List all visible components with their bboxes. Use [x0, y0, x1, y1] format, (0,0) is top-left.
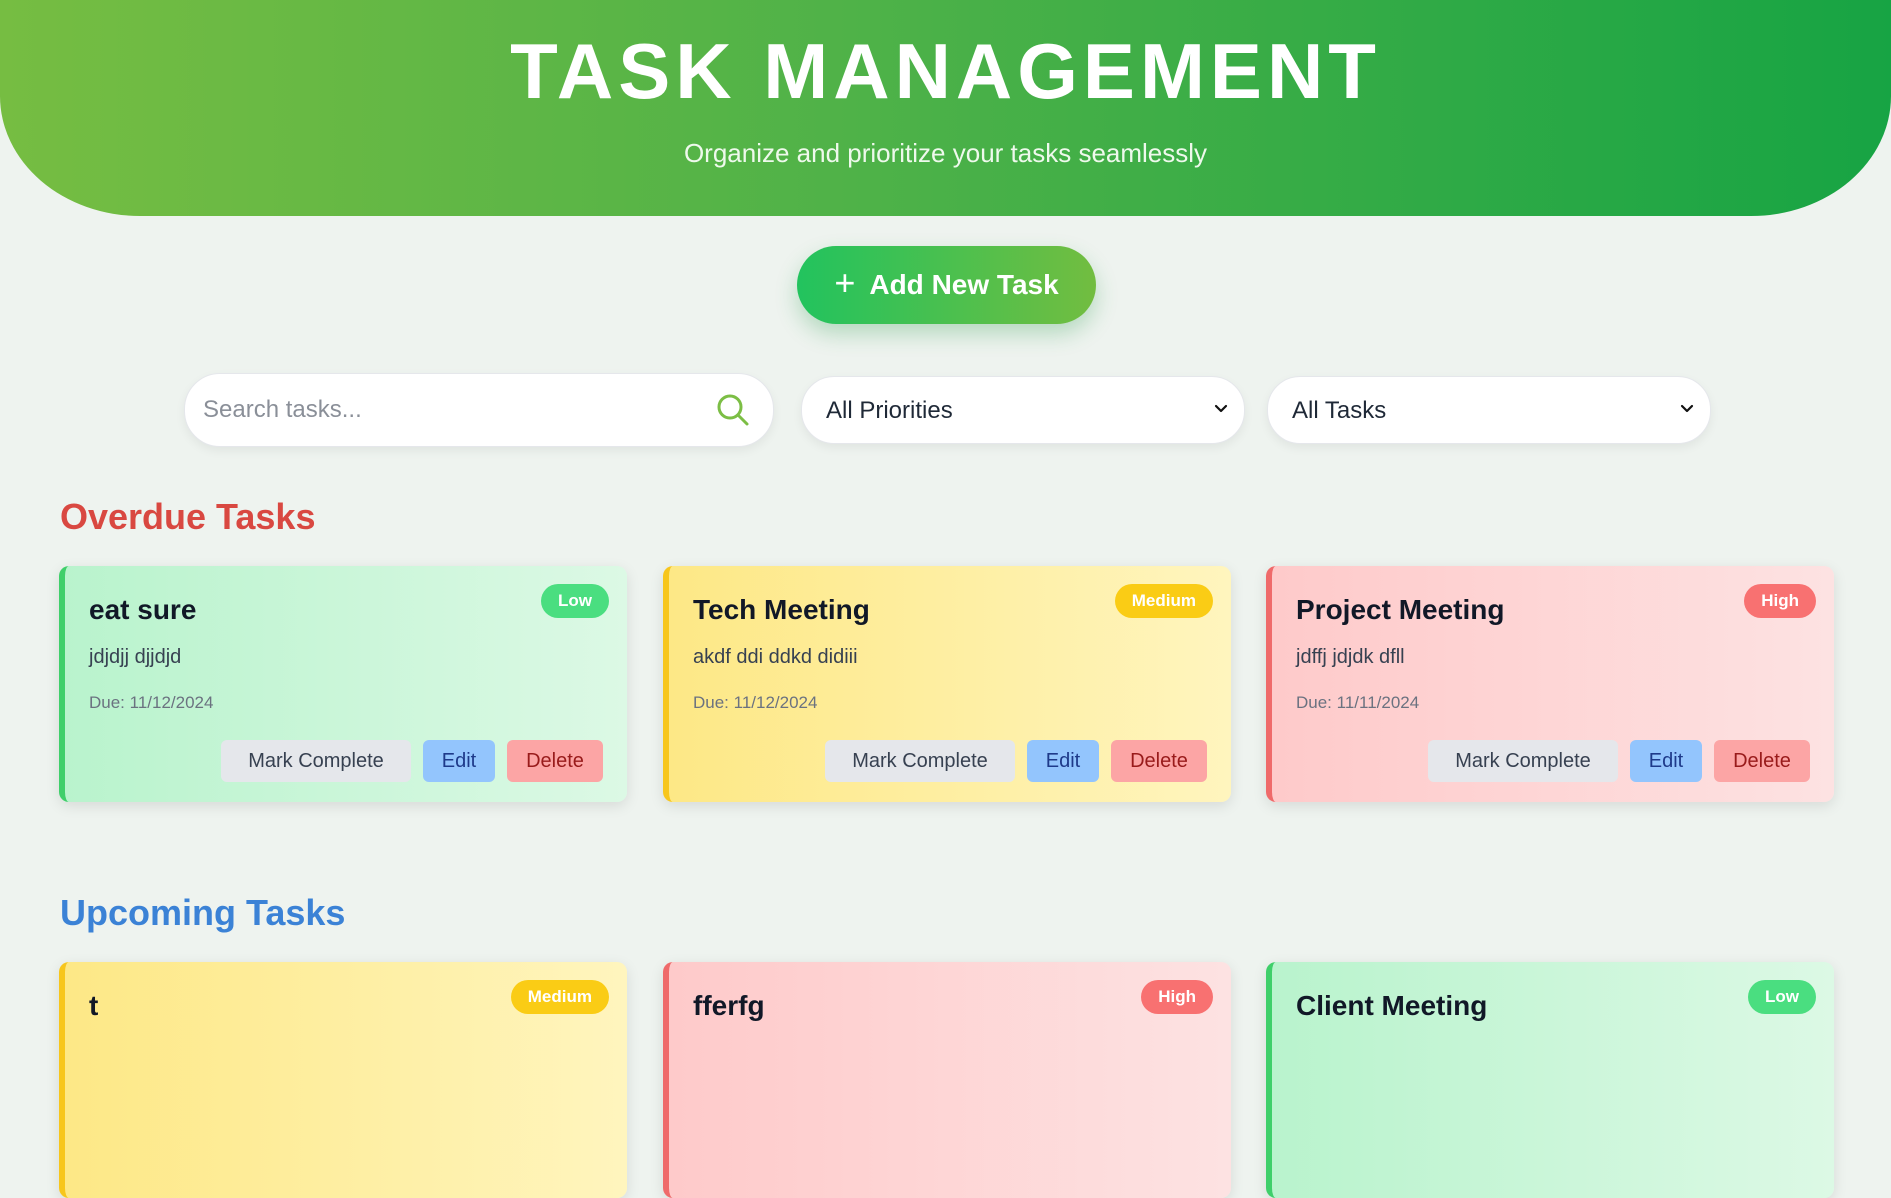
- edit-button[interactable]: Edit: [1630, 740, 1702, 782]
- task-title: fferfg: [693, 990, 765, 1021]
- task-card: Tech Meeting Medium akdf ddi ddkd didiii…: [663, 566, 1231, 802]
- priority-badge: Low: [541, 584, 609, 618]
- delete-button[interactable]: Delete: [1111, 740, 1207, 782]
- edit-button[interactable]: Edit: [423, 740, 495, 782]
- priority-filter-select[interactable]: All Priorities: [801, 376, 1245, 444]
- page-title: TASK MANAGEMENT: [510, 27, 1381, 115]
- mark-complete-button[interactable]: Mark Complete: [1428, 740, 1618, 782]
- priority-badge: High: [1141, 980, 1213, 1014]
- header-banner: TASK MANAGEMENT Organize and prioritize …: [0, 0, 1891, 216]
- task-card: eat sure Low jdjdjj djjdjd Due: 11/12/20…: [59, 566, 627, 802]
- task-card: fferfg High: [663, 962, 1231, 1198]
- task-description: jdffj jdjdk dfll: [1296, 646, 1405, 668]
- priority-badge: High: [1744, 584, 1816, 618]
- task-due-date: Due: 11/11/2024: [1296, 693, 1420, 712]
- search-icon[interactable]: [715, 392, 751, 428]
- task-card: t Medium: [59, 962, 627, 1198]
- priority-filter-value: All Priorities: [826, 397, 953, 424]
- search-input[interactable]: Search tasks...: [184, 373, 774, 447]
- task-due-date: Due: 11/12/2024: [693, 693, 818, 712]
- task-card: Project Meeting High jdffj jdjdk dfll Du…: [1266, 566, 1834, 802]
- delete-button[interactable]: Delete: [507, 740, 603, 782]
- task-title: Project Meeting: [1296, 594, 1505, 625]
- task-description: akdf ddi ddkd didiii: [693, 646, 858, 668]
- task-due-date: Due: 11/12/2024: [89, 693, 214, 712]
- status-filter-value: All Tasks: [1292, 397, 1387, 424]
- priority-badge: Medium: [510, 980, 609, 1014]
- add-new-task-button[interactable]: + Add New Task: [797, 246, 1096, 324]
- mark-complete-button[interactable]: Mark Complete: [221, 740, 411, 782]
- priority-badge: Medium: [1114, 584, 1213, 618]
- task-title: Client Meeting: [1296, 990, 1488, 1021]
- add-new-task-label: Add New Task: [869, 269, 1059, 300]
- status-filter-select[interactable]: All Tasks: [1267, 376, 1711, 444]
- page-subtitle: Organize and prioritize your tasks seaml…: [683, 138, 1208, 168]
- edit-button[interactable]: Edit: [1027, 740, 1099, 782]
- task-title: t: [89, 990, 99, 1021]
- overdue-section-title: Overdue Tasks: [60, 496, 316, 537]
- task-title: Tech Meeting: [693, 594, 870, 625]
- priority-badge: Low: [1748, 980, 1816, 1014]
- upcoming-section-title: Upcoming Tasks: [60, 892, 346, 933]
- task-description: jdjdjj djjdjd: [89, 646, 182, 668]
- delete-button[interactable]: Delete: [1714, 740, 1810, 782]
- mark-complete-button[interactable]: Mark Complete: [825, 740, 1015, 782]
- task-title: eat sure: [89, 594, 197, 625]
- chevron-down-icon: [1680, 404, 1694, 413]
- plus-icon: +: [834, 262, 856, 303]
- search-placeholder: Search tasks...: [203, 396, 362, 423]
- chevron-down-icon: [1214, 404, 1228, 413]
- task-card: Client Meeting Low: [1266, 962, 1834, 1198]
